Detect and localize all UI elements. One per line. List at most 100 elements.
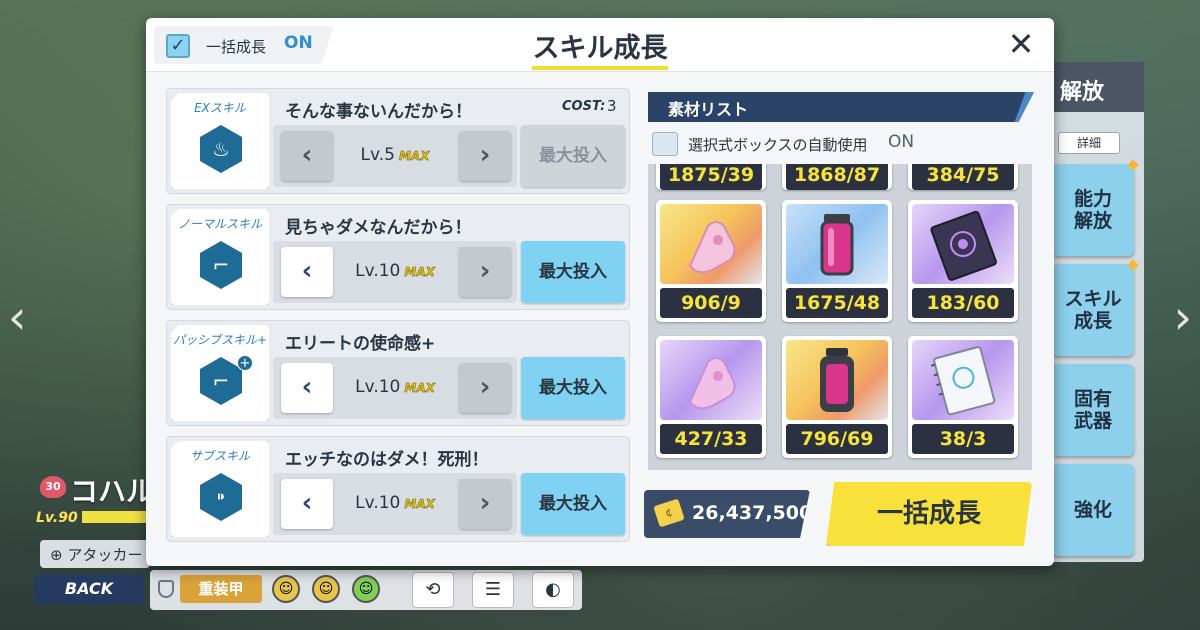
chevron-left-icon: ‹ — [301, 256, 313, 286]
plus-icon: + — [237, 355, 253, 371]
auto-box-label: 選択式ボックスの自動使用 — [688, 136, 868, 154]
material-item[interactable]: 1675/48 — [782, 200, 892, 322]
level-decrease-button[interactable]: ‹ — [281, 131, 333, 181]
cost-label: COST: — [562, 99, 606, 114]
chevron-left-icon: ‹ — [301, 140, 313, 170]
glove-artifact-icon — [688, 221, 736, 274]
bullet-icon: ⁍ — [200, 473, 242, 521]
terrain-face-icon: ☺ — [312, 575, 340, 603]
credit-icon: ¢ — [653, 498, 685, 528]
bulk-growth-button[interactable]: 一括成長 — [826, 482, 1032, 546]
book-icon — [930, 210, 997, 281]
detail-button[interactable]: 詳細 — [1058, 132, 1120, 154]
armor-type-tag: 重装甲 — [180, 575, 262, 603]
material-art — [786, 340, 888, 420]
material-count: 38/3 — [912, 424, 1014, 454]
skill-name: エリートの使命感+ — [285, 334, 436, 354]
terrain-face-icon: ☺ — [272, 575, 300, 603]
skill-name: そんな事ないんだから！ — [285, 102, 472, 122]
max-tag: MAX — [404, 497, 435, 512]
material-item[interactable]: 796/69 — [782, 336, 892, 458]
character-level: Lv.90 — [36, 510, 78, 526]
level-increase-button[interactable]: › — [459, 247, 511, 297]
ex-skill-icon: ♨ — [200, 125, 242, 173]
max-tag: MAX — [404, 381, 435, 396]
skill-icon-card[interactable]: ノーマルスキル ⌐ — [171, 209, 269, 305]
max-tag: MAX — [404, 265, 435, 280]
side-menu-ability-unlock[interactable]: 能力解放 — [1052, 164, 1134, 256]
bulk-growth-checkbox[interactable]: ✓ — [166, 34, 190, 58]
level-increase-button[interactable]: › — [459, 131, 511, 181]
material-item[interactable]: 1868/87 — [782, 164, 892, 190]
max-tag: MAX — [398, 149, 430, 164]
next-character-arrow[interactable]: › — [1174, 290, 1192, 344]
role-label: アタッカー — [67, 546, 143, 564]
max-invest-button[interactable]: 最大投入 — [521, 473, 625, 535]
material-grid[interactable]: 1875/39 1868/87 384/75 906/9 1675/48 183… — [648, 164, 1032, 470]
material-item[interactable]: 906/9 — [656, 200, 766, 322]
terrain-face-icon: ☺ — [352, 575, 380, 603]
material-item[interactable]: 427/33 — [656, 336, 766, 458]
side-menu-header: 解放 — [1040, 62, 1144, 112]
skill-icon-card[interactable]: パッシブスキル+ ⌐ + — [171, 325, 269, 421]
level-value: Lv.5 — [360, 145, 395, 165]
max-invest-button[interactable]: 最大投入 — [521, 125, 625, 187]
level-increase-button[interactable]: › — [459, 363, 511, 413]
skill-type-label: サブスキル — [189, 449, 250, 463]
material-count: 1875/39 — [660, 164, 762, 190]
material-count: 1675/48 — [786, 288, 888, 318]
level-decrease-button[interactable]: ‹ — [281, 479, 333, 529]
material-item[interactable]: 1875/39 — [656, 164, 766, 190]
skill-icon-card[interactable]: EXスキル ♨ — [171, 93, 269, 189]
side-menu-skill-growth[interactable]: スキル成長 — [1052, 264, 1134, 356]
exp-bar — [82, 511, 146, 523]
credit-display: ¢ 26,437,500 — [644, 490, 810, 538]
material-count: 183/60 — [912, 288, 1014, 318]
max-invest-button[interactable]: 最大投入 — [521, 357, 625, 419]
material-art — [912, 204, 1014, 284]
chevron-left-icon: ‹ — [301, 372, 313, 402]
skill-icon-card[interactable]: サブスキル ⁍ — [171, 441, 269, 537]
gun-plus-icon: ⌐ — [200, 357, 242, 405]
close-button[interactable]: ✕ — [1004, 28, 1038, 62]
canister-icon — [820, 348, 854, 412]
skill-row-ex: EXスキル ♨ そんな事ないんだから！ COST: 3 ‹ Lv.5 MAX › … — [166, 88, 630, 194]
level-increase-button[interactable]: › — [459, 479, 511, 529]
material-item[interactable]: 38/3 — [908, 336, 1018, 458]
canister-icon — [820, 214, 854, 276]
skill-row-passive: パッシブスキル+ ⌐ + エリートの使命感+ ‹ Lv.10 MAX › 最大投入 — [166, 320, 630, 426]
skill-level: Lv.10 MAX — [339, 261, 451, 281]
side-menu-unique-weapon[interactable]: 固有武器 — [1052, 364, 1134, 456]
role-tag: ⊕ アタッカー — [40, 540, 150, 568]
level-selector: ‹ Lv.10 MAX › — [273, 473, 517, 535]
material-item[interactable]: 384/75 — [908, 164, 1018, 190]
material-art — [786, 204, 888, 284]
cost-value: 3 — [607, 97, 617, 115]
prev-character-arrow[interactable]: ‹ — [8, 290, 26, 344]
side-menu-enhance[interactable]: 強化 — [1052, 464, 1134, 556]
memo-icon[interactable]: ☰ — [472, 572, 514, 608]
title-underline — [532, 66, 668, 70]
rotate-device-icon[interactable]: ⟲ — [412, 572, 454, 608]
shield-icon — [158, 580, 174, 598]
skill-type-label: EXスキル — [194, 101, 246, 115]
back-button[interactable]: BACK — [34, 574, 144, 604]
character-name: コハル — [70, 475, 155, 508]
max-invest-button[interactable]: 最大投入 — [521, 241, 625, 303]
voice-icon[interactable]: ◐ — [532, 572, 574, 608]
modal-header: ✓ 一括成長 ON スキル成長 ✕ — [146, 18, 1054, 72]
modal-title: スキル成長 — [532, 33, 668, 64]
side-menu-label: 固有武器 — [1073, 388, 1112, 432]
close-icon: ✕ — [1007, 25, 1035, 63]
bulk-growth-label: 一括成長 — [206, 38, 267, 56]
skill-name: 見ちゃダメなんだから！ — [285, 218, 472, 238]
level-decrease-button[interactable]: ‹ — [281, 247, 333, 297]
side-menu-label: 能力解放 — [1073, 188, 1112, 232]
level-decrease-button[interactable]: ‹ — [281, 363, 333, 413]
chevron-right-icon: › — [479, 488, 491, 518]
auto-box-checkbox[interactable] — [652, 132, 678, 156]
bulk-growth-toggle[interactable]: ✓ 一括成長 ON — [154, 26, 334, 64]
notebook-icon — [930, 346, 996, 416]
material-art — [912, 340, 1014, 420]
material-item[interactable]: 183/60 — [908, 200, 1018, 322]
